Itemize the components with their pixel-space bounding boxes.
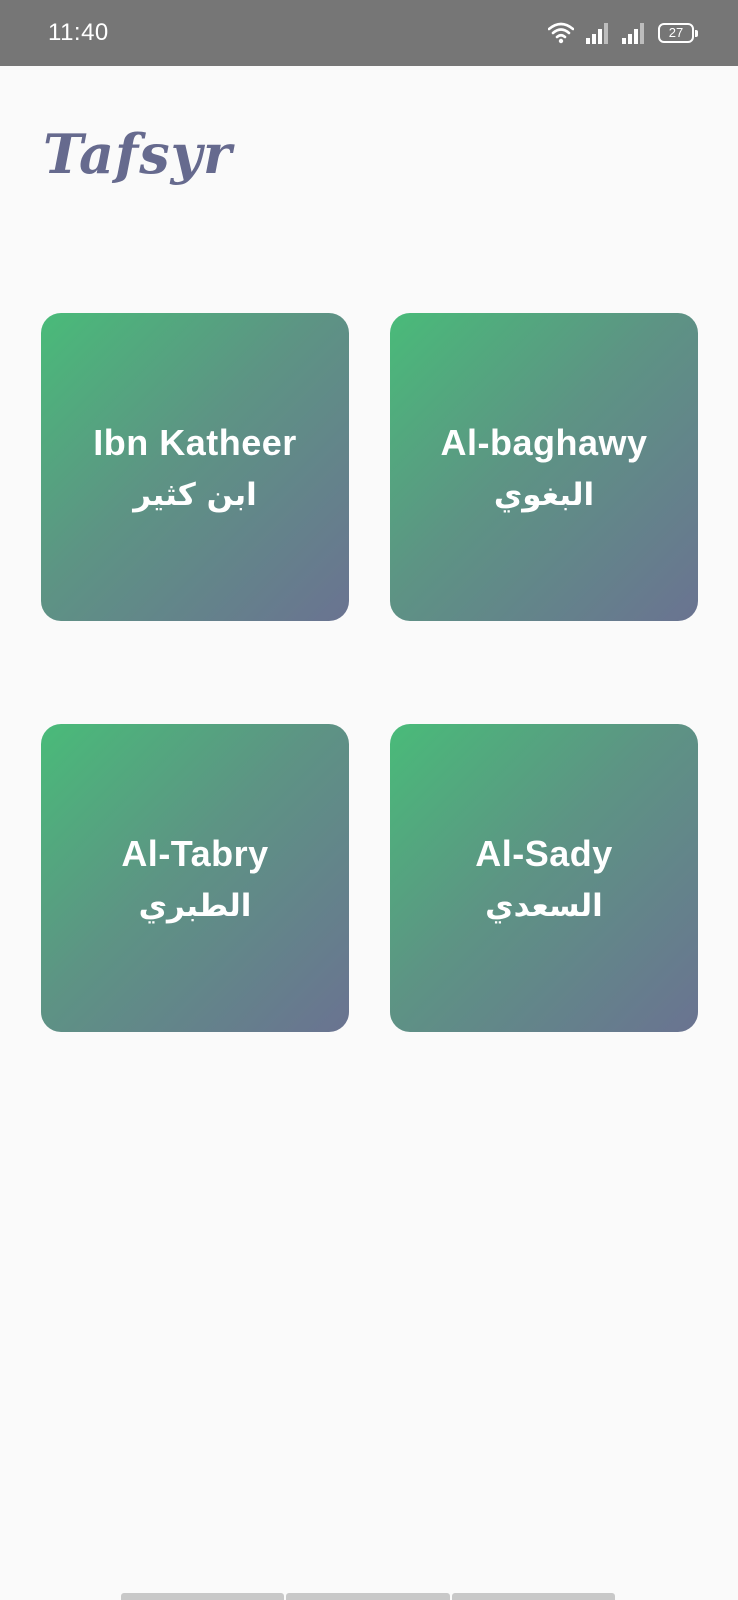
status-time: 11:40 — [48, 19, 109, 46]
nav-segment — [451, 1593, 615, 1600]
card-title-ar: السعدي — [485, 888, 603, 924]
app-title: Tafsyr — [43, 122, 233, 186]
card-al-sady[interactable]: Al-Sady السعدي — [390, 724, 698, 1032]
status-bar: 11:40 27 — [0, 0, 738, 66]
card-al-tabry[interactable]: Al-Tabry الطبري — [41, 724, 349, 1032]
signal-icon — [586, 22, 610, 44]
card-al-baghawy[interactable]: Al-baghawy البغوي — [390, 313, 698, 621]
nav-segment — [286, 1593, 450, 1600]
tafsir-grid: Ibn Katheer ابن كثير Al-baghawy البغوي A… — [41, 313, 698, 1032]
card-title-ar: البغوي — [493, 477, 595, 513]
nav-segment — [121, 1593, 285, 1600]
card-ibn-katheer[interactable]: Ibn Katheer ابن كثير — [41, 313, 349, 621]
card-title-en: Al-baghawy — [440, 422, 648, 463]
battery-icon: 27 — [658, 23, 698, 43]
card-title-en: Al-Sady — [475, 833, 613, 874]
card-title-ar: الطبري — [138, 888, 252, 924]
signal-icon — [622, 22, 646, 44]
gesture-nav-bar[interactable] — [121, 1593, 615, 1600]
wifi-icon — [548, 22, 574, 44]
card-title-en: Al-Tabry — [121, 833, 269, 874]
status-icons: 27 — [548, 20, 698, 46]
card-title-en: Ibn Katheer — [93, 422, 297, 463]
card-title-ar: ابن كثير — [133, 477, 257, 513]
